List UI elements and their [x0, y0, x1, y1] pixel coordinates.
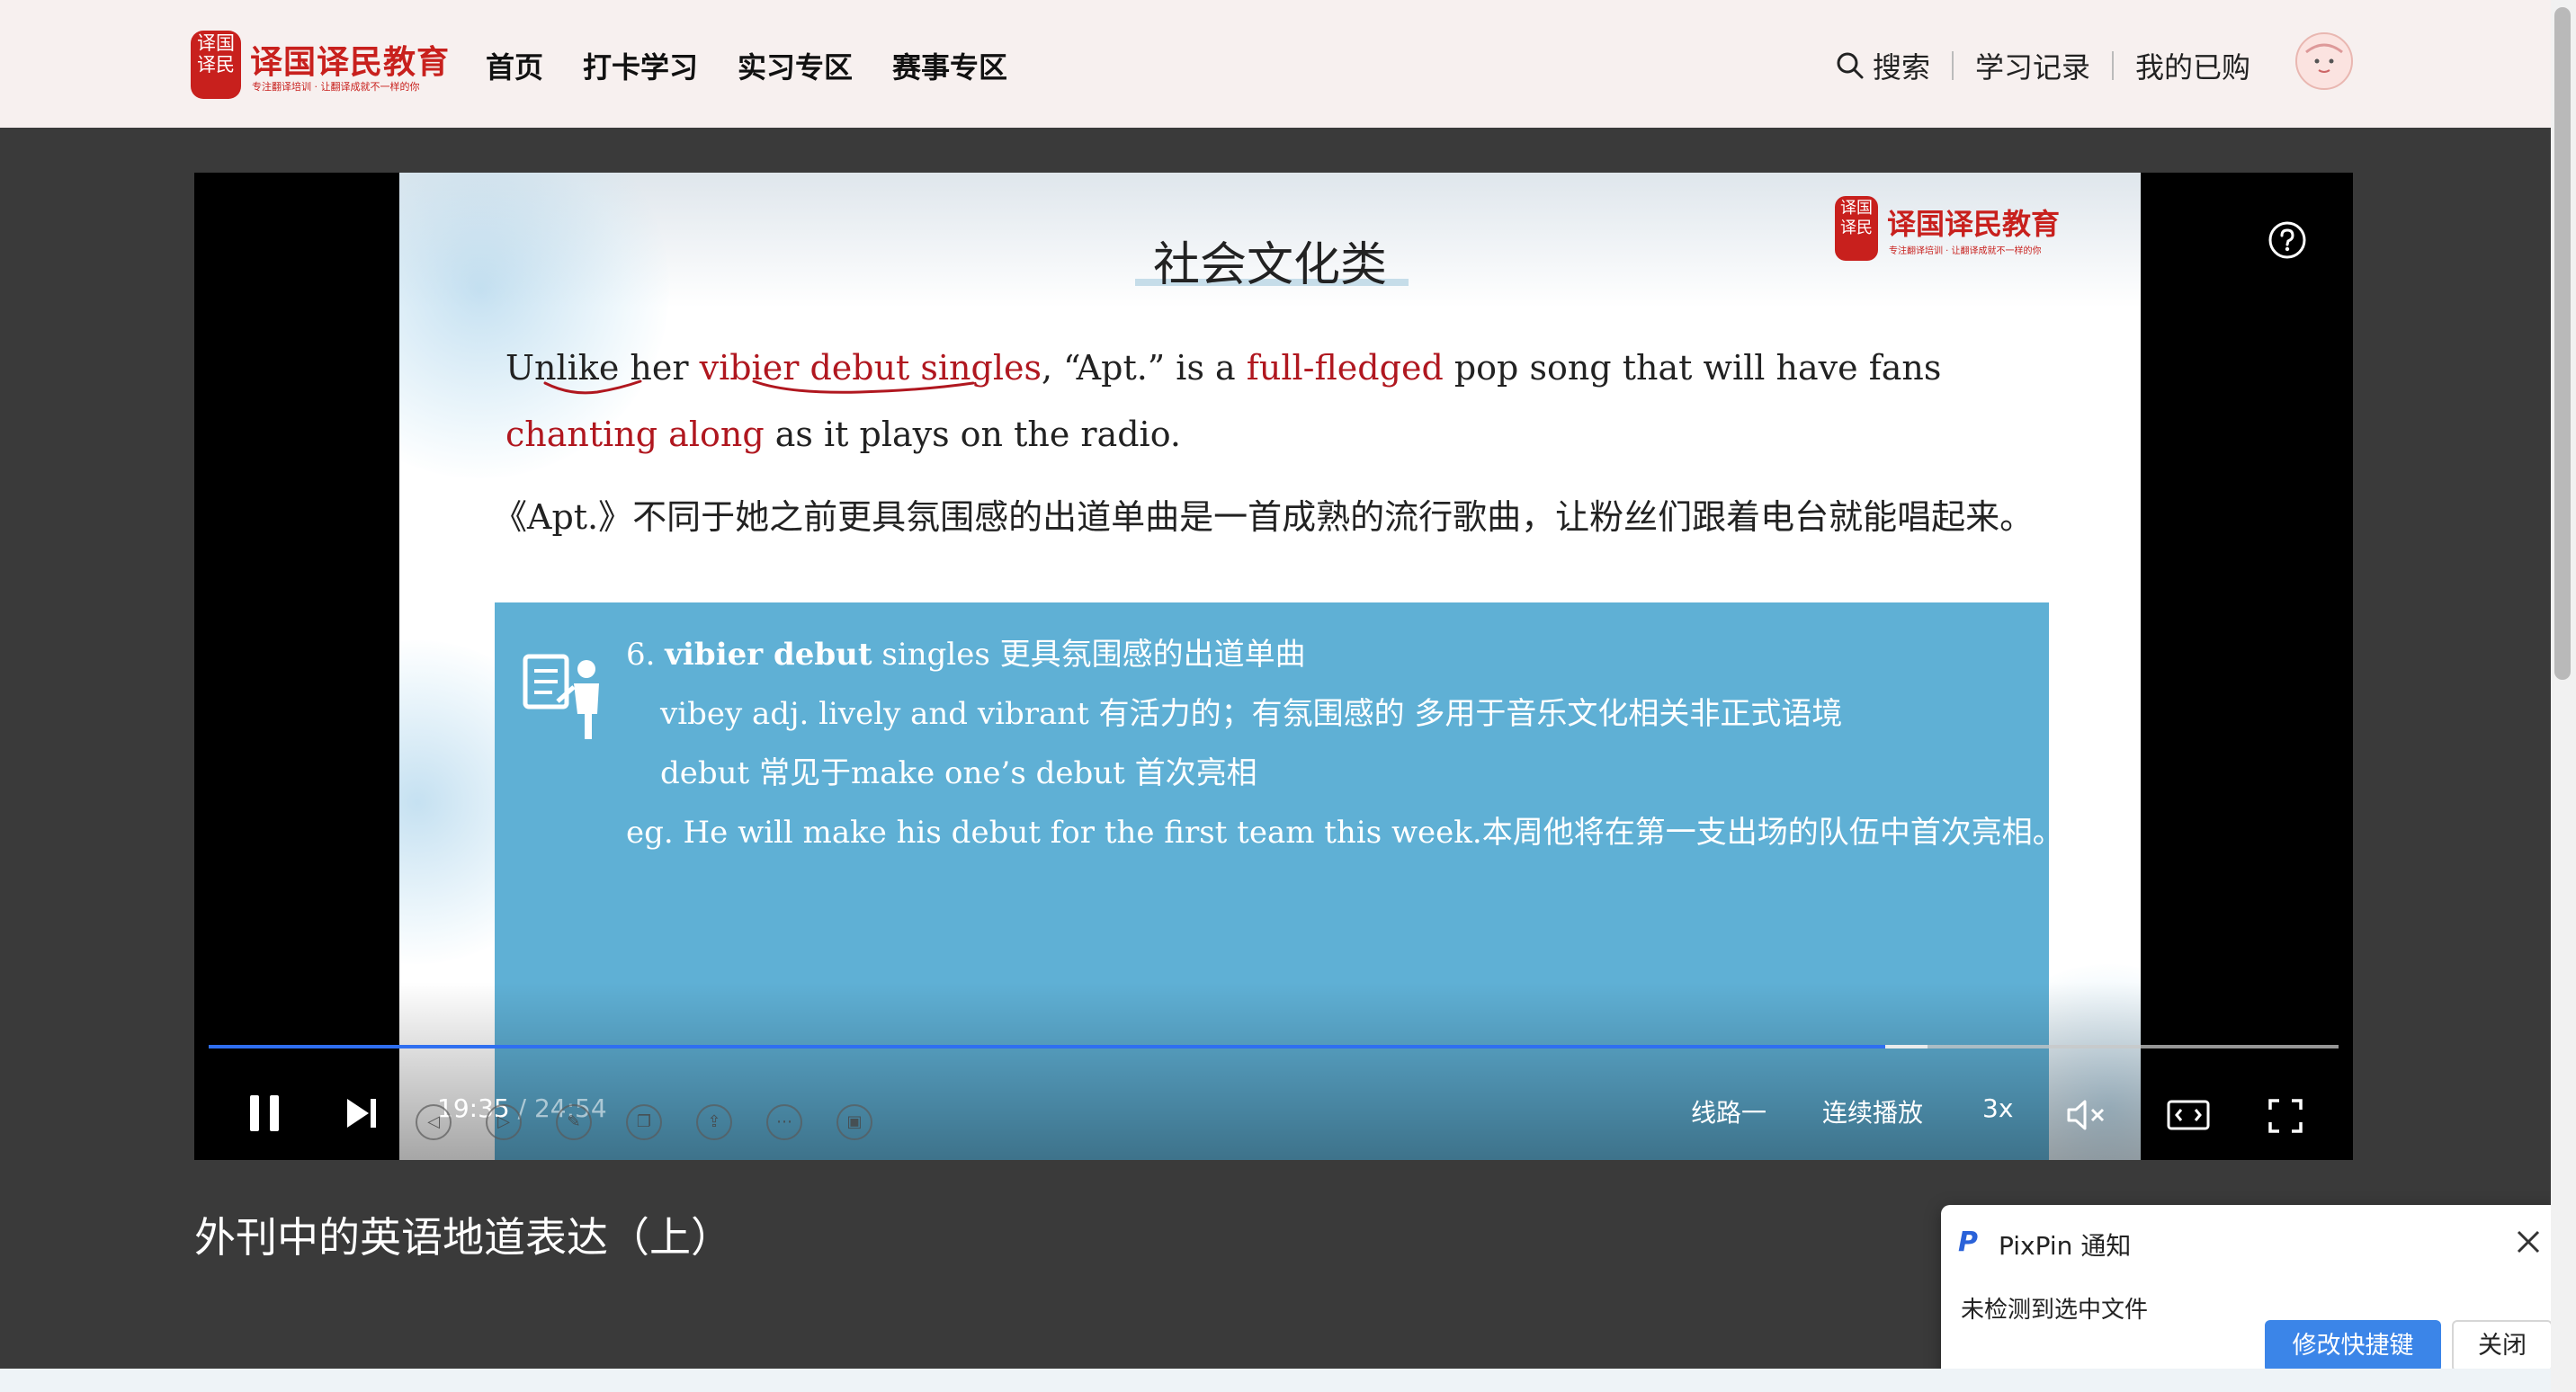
note-line-definition: vibey adj. lively and vibrant 有活力的；有氛围感的…: [660, 696, 1843, 732]
chinese-translation: 《Apt.》不同于她之前更具氛围感的出道单曲是一首成熟的流行歌曲，让粉丝们跟着电…: [493, 497, 2035, 537]
widescreen-icon[interactable]: [2166, 1097, 2211, 1133]
page-scrollbar[interactable]: [2551, 0, 2576, 1392]
progress-played: [209, 1045, 1885, 1048]
top-navbar: 译国译民 译国译民教育 专注翻译培训 · 让翻译成就不一样的你 首页 打卡学习 …: [0, 0, 2551, 128]
handwritten-underline: [752, 379, 975, 394]
note-line-example: eg. He will make his debut for the first…: [626, 815, 2063, 851]
autoplay-toggle[interactable]: 连续播放: [1822, 1093, 1923, 1129]
video-player[interactable]: 社会文化类 译国译民 译国译民教育 专注翻译培训 · 让翻译成就不一样的你 Un…: [194, 173, 2353, 1160]
notification-title: PixPin 通知: [1999, 1231, 2132, 1261]
nav-right-links: 搜索 学习记录 我的已购: [1835, 45, 2250, 86]
avatar-face-icon: [2305, 43, 2343, 73]
pixpin-notification: P PixPin 通知 未检测到选中文件 修改快捷键 关闭: [1941, 1205, 2560, 1381]
note-line-usage: debut 常见于make one’s debut 首次亮相: [660, 755, 1257, 791]
highlight-phrase: full-fledged: [1246, 348, 1444, 388]
english-sentence: Unlike her vibier debut singles, “Apt.” …: [505, 335, 2053, 468]
speed-select[interactable]: 3x: [1982, 1093, 2013, 1123]
pixpin-logo-icon: P: [1958, 1227, 1978, 1258]
note-term-rest: singles 更具氛围感的出道单曲: [872, 637, 1306, 673]
search-icon: [1837, 52, 1864, 79]
page-bottom-strip: [0, 1369, 2551, 1392]
close-button[interactable]: 关闭: [2452, 1320, 2553, 1372]
slide-logo-tagline: 专注翻译培训 · 让翻译成就不一样的你: [1889, 246, 2042, 256]
logo-name: 译国译民教育: [250, 44, 451, 81]
scrollbar-thumb[interactable]: [2554, 7, 2571, 680]
note-term-bold: vibier debut: [665, 637, 872, 673]
slide-copy-icon[interactable]: ❐: [626, 1104, 662, 1140]
handwritten-underline: [543, 379, 642, 395]
nav-item-checkin-study[interactable]: 打卡学习: [583, 45, 698, 86]
pause-icon[interactable]: [245, 1092, 284, 1135]
highlight-phrase: chanting along: [505, 415, 765, 454]
slide-prev-icon[interactable]: ◁: [416, 1104, 452, 1140]
slide-share-icon[interactable]: ⇪: [696, 1104, 732, 1140]
nav-item-internship[interactable]: 实习专区: [738, 45, 853, 86]
close-icon[interactable]: [2515, 1228, 2542, 1255]
user-avatar[interactable]: [2295, 32, 2353, 90]
notification-message: 未检测到选中文件: [1961, 1297, 2149, 1324]
sentence-text: as it plays on the radio.: [764, 415, 1182, 454]
study-history-link[interactable]: 学习记录: [1975, 45, 2090, 86]
sentence-text: , “Apt.” is a: [1042, 348, 1247, 388]
teacher-board-icon: [523, 654, 599, 739]
search-label: 搜索: [1873, 50, 1931, 85]
note-number: 6.: [626, 637, 666, 673]
nav-divider: [2112, 51, 2115, 80]
logo-seal: 译国译民: [191, 31, 241, 99]
main-nav: 首页 打卡学习 实习专区 赛事专区: [486, 45, 1047, 86]
video-title: 外刊中的英语地道表达（上）: [194, 1213, 732, 1262]
slide-pen-icon[interactable]: ✎: [556, 1104, 592, 1140]
slide-next-icon[interactable]: ▷: [486, 1104, 522, 1140]
route-select[interactable]: 线路一: [1691, 1093, 1767, 1129]
nav-item-home[interactable]: 首页: [486, 45, 543, 86]
slide-logo: 译国译民 译国译民教育 专注翻译培训 · 让翻译成就不一样的你: [1835, 194, 2105, 266]
next-icon[interactable]: [344, 1095, 380, 1131]
nav-item-competition[interactable]: 赛事专区: [892, 45, 1007, 86]
slide-more-icon[interactable]: ⋯: [766, 1104, 802, 1140]
logo-tagline: 专注翻译培训 · 让翻译成就不一样的你: [252, 81, 420, 93]
sentence-text: pop song that will have fans: [1443, 348, 1942, 388]
note-line-term: 6. vibier debut singles 更具氛围感的出道单曲: [626, 629, 1306, 674]
progress-bar[interactable]: [209, 1045, 2339, 1048]
purchased-link[interactable]: 我的已购: [2135, 45, 2250, 86]
slide-screen-icon[interactable]: ▣: [836, 1104, 872, 1140]
slide-logo-name: 译国译民教育: [1887, 207, 2061, 241]
change-shortcut-button[interactable]: 修改快捷键: [2265, 1320, 2441, 1372]
fullscreen-icon[interactable]: [2267, 1097, 2304, 1135]
slide-logo-seal: 译国译民: [1835, 196, 1878, 261]
controls-overlay: [194, 982, 2353, 1160]
mute-icon[interactable]: [2065, 1097, 2106, 1133]
site-logo[interactable]: 译国译民 译国译民教育 专注翻译培训 · 让翻译成就不一样的你: [191, 27, 449, 104]
help-icon[interactable]: [2267, 219, 2308, 261]
nav-divider: [1952, 51, 1954, 80]
search-button[interactable]: 搜索: [1835, 45, 1930, 86]
